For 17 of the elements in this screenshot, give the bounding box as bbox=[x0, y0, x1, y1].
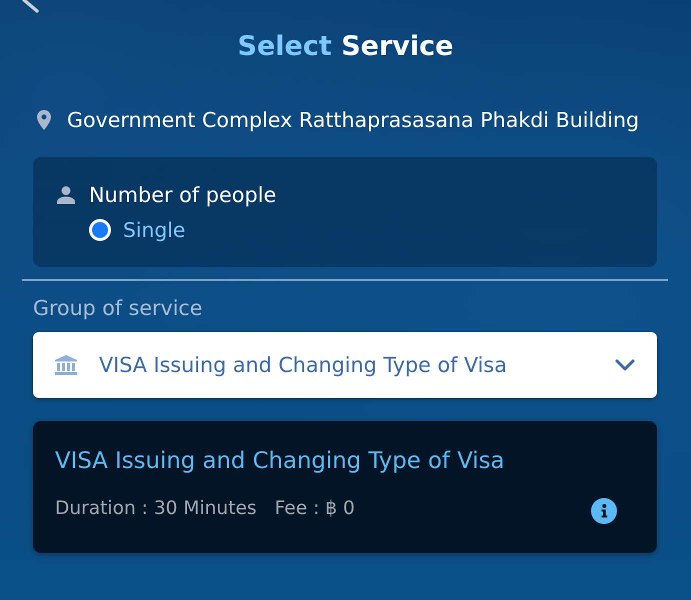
page-title: Select Service bbox=[238, 30, 454, 64]
person-icon bbox=[57, 186, 75, 204]
service-duration: Duration : 30 Minutes bbox=[55, 498, 257, 518]
service-fee: Fee : ฿ 0 bbox=[274, 498, 355, 518]
location-name: Government Complex Ratthaprasasana Phakdi Building bbox=[67, 108, 640, 132]
radio-button[interactable] bbox=[89, 219, 111, 241]
back-icon[interactable] bbox=[22, 0, 40, 14]
group-label: Group of service bbox=[33, 296, 202, 320]
service-group-dropdown[interactable]: VISA Issuing and Changing Type of Visa bbox=[33, 332, 657, 398]
people-label: Number of people bbox=[89, 183, 276, 207]
location-pin-icon bbox=[37, 110, 51, 130]
service-name: VISA Issuing and Changing Type of Visa bbox=[55, 448, 504, 474]
service-card[interactable]: VISA Issuing and Changing Type of Visa Duration : 30 Minutes Fee : ฿ 0 bbox=[33, 421, 657, 553]
radio-label[interactable]: Single bbox=[123, 218, 186, 242]
chevron-down-icon bbox=[615, 359, 635, 371]
bank-icon bbox=[55, 355, 77, 375]
info-icon[interactable] bbox=[591, 498, 617, 524]
